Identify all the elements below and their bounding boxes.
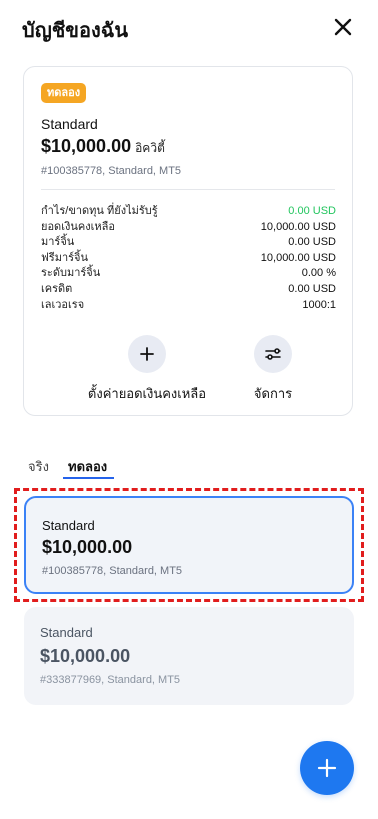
close-icon[interactable] <box>332 16 354 38</box>
detail-value: 0.00 % <box>301 267 336 280</box>
detail-label: กำไร/ขาดทุน ที่ยังไม่รับรู้ <box>41 205 158 217</box>
plus-icon <box>317 758 337 778</box>
sliders-icon <box>265 348 281 360</box>
detail-value: 10,000.00 USD <box>260 220 336 233</box>
detail-row: มาร์จิ้น 0.00 USD <box>41 235 336 251</box>
account-summary-card: ทดลอง Standard $10,000.00 อิควิตี้ #10038… <box>23 66 353 416</box>
page-title: บัญชีของฉัน <box>22 20 129 42</box>
active-tab-indicator <box>63 477 114 479</box>
account-card-meta: #333877969, Standard, MT5 <box>40 674 181 686</box>
detail-value: 10,000.00 USD <box>260 251 336 264</box>
set-balance-action[interactable]: ตั้งค่ายอดเงินคงเหลือ <box>87 335 207 404</box>
detail-value: 1000:1 <box>302 298 336 311</box>
tab-demo[interactable]: ทดลอง <box>68 456 107 477</box>
detail-row: ฟรีมาร์จิ้น 10,000.00 USD <box>41 251 336 267</box>
manage-button[interactable] <box>254 335 292 373</box>
account-details: กำไร/ขาดทุน ที่ยังไม่รับรู้ 0.00 USD ยอด… <box>41 204 336 313</box>
header: บัญชีของฉัน <box>0 0 378 56</box>
manage-label[interactable]: จัดการ <box>213 383 333 404</box>
detail-label: ยอดเงินคงเหลือ <box>41 220 115 233</box>
detail-row: กำไร/ขาดทุน ที่ยังไม่รับรู้ 0.00 USD <box>41 204 336 220</box>
detail-value: 0.00 USD <box>288 205 336 217</box>
balance-value: $10,000.00 <box>41 136 132 156</box>
detail-row: ระดับมาร์จิ้น 0.00 % <box>41 266 336 282</box>
detail-label: เลเวอเรจ <box>41 298 85 311</box>
account-name: Standard <box>41 116 98 132</box>
manage-action[interactable]: จัดการ <box>213 335 333 404</box>
detail-label: เครดิต <box>41 282 73 295</box>
demo-badge: ทดลอง <box>41 83 87 103</box>
divider <box>41 189 335 190</box>
account-card[interactable]: Standard $10,000.00 #333877969, Standard… <box>24 607 354 705</box>
detail-label: ฟรีมาร์จิ้น <box>41 251 88 264</box>
set-balance-button[interactable] <box>128 335 166 373</box>
currency-label: อิควิตี้ <box>135 141 165 155</box>
detail-row: ยอดเงินคงเหลือ 10,000.00 USD <box>41 220 336 236</box>
detail-row: เครดิต 0.00 USD <box>41 282 336 298</box>
plus-icon <box>140 347 154 361</box>
detail-value: 0.00 USD <box>288 282 336 295</box>
detail-value: 0.00 USD <box>288 236 336 249</box>
selection-highlight <box>14 488 364 602</box>
detail-label: ระดับมาร์จิ้น <box>41 267 101 280</box>
account-card-name: Standard <box>40 625 93 640</box>
set-balance-label[interactable]: ตั้งค่ายอดเงินคงเหลือ <box>87 383 207 404</box>
account-meta: #100385778, Standard, MT5 <box>41 165 182 177</box>
account-card-balance: $10,000.00 <box>40 646 131 666</box>
add-account-button[interactable] <box>300 741 354 795</box>
detail-row: เลเวอเรจ 1000:1 <box>41 298 336 314</box>
detail-label: มาร์จิ้น <box>41 236 75 249</box>
account-balance: $10,000.00 อิควิตี้ <box>41 136 165 158</box>
tab-real[interactable]: จริง <box>28 456 49 477</box>
